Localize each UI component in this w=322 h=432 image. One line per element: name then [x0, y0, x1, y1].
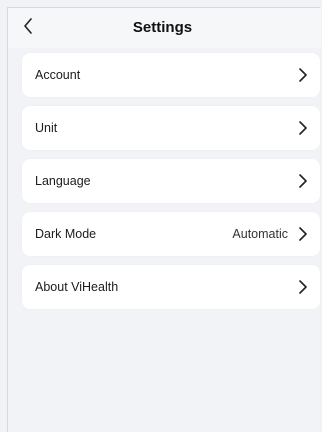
settings-item-dark-mode[interactable]: Dark Mode Automatic: [22, 212, 320, 256]
chevron-right-icon: [298, 280, 308, 294]
settings-screen: Settings Account Unit Language Dark Mode…: [7, 7, 321, 432]
settings-list: Account Unit Language Dark Mode Automati…: [22, 53, 320, 318]
settings-item-label: Dark Mode: [35, 227, 97, 241]
settings-item-about[interactable]: About ViHealth: [22, 265, 320, 309]
back-button[interactable]: [16, 16, 40, 40]
chevron-right-icon: [298, 121, 308, 135]
settings-item-account[interactable]: Account: [22, 53, 320, 97]
chevron-right-icon: [298, 68, 308, 82]
settings-item-label: Unit: [35, 121, 58, 135]
settings-item-language[interactable]: Language: [22, 159, 320, 203]
settings-item-label: Account: [35, 68, 81, 82]
chevron-right-icon: [298, 174, 308, 188]
settings-item-unit[interactable]: Unit: [22, 106, 320, 150]
settings-item-label: Language: [35, 174, 91, 188]
page-title: Settings: [132, 19, 193, 36]
chevron-right-icon: [298, 227, 308, 241]
dark-mode-value: Automatic: [232, 227, 288, 241]
chevron-left-icon: [23, 17, 33, 39]
top-bar: Settings: [8, 8, 321, 48]
settings-item-label: About ViHealth: [35, 280, 119, 294]
